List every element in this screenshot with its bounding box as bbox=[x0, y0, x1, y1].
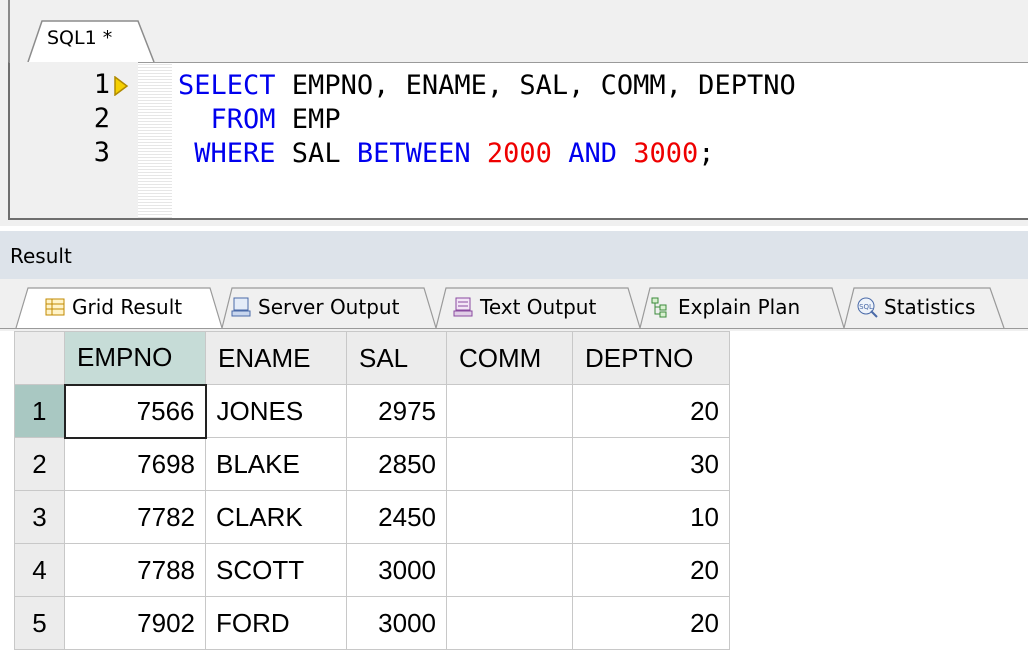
sql-keyword: AND bbox=[568, 138, 617, 169]
cell-comm[interactable] bbox=[446, 437, 573, 491]
cell-empno[interactable]: 7566 bbox=[63, 383, 207, 439]
sql-keyword: FROM bbox=[178, 104, 276, 135]
cell-comm[interactable] bbox=[446, 384, 573, 438]
result-panel-header bbox=[0, 231, 1028, 279]
cell-empno[interactable]: 7902 bbox=[64, 596, 206, 650]
cell-empno[interactable]: 7782 bbox=[64, 490, 206, 544]
current-line-arrow-icon bbox=[114, 76, 129, 96]
sql-keyword: WHERE bbox=[178, 138, 276, 169]
table-row[interactable]: 2 7698 BLAKE 2850 30 bbox=[14, 437, 730, 491]
tab-grid-result[interactable]: Grid Result bbox=[44, 288, 182, 326]
cell-ename[interactable]: BLAKE bbox=[205, 437, 347, 491]
tab-text-output[interactable]: Text Output bbox=[452, 288, 596, 326]
tab-label: Server Output bbox=[258, 295, 400, 319]
cell-empno[interactable]: 7788 bbox=[64, 543, 206, 597]
cell-sal[interactable]: 3000 bbox=[346, 543, 447, 597]
cell-ename[interactable]: CLARK bbox=[205, 490, 347, 544]
cell-sal[interactable]: 2975 bbox=[346, 384, 447, 438]
cell-comm[interactable] bbox=[446, 596, 573, 650]
cell-ename[interactable]: SCOTT bbox=[205, 543, 347, 597]
column-header-comm[interactable]: COMM bbox=[446, 331, 573, 385]
tab-server-output[interactable]: Server Output bbox=[230, 288, 399, 326]
sql-identifier bbox=[617, 138, 633, 169]
cell-empno[interactable]: 7698 bbox=[64, 437, 206, 491]
tab-label: Statistics bbox=[884, 295, 976, 319]
result-panel-title: Result bbox=[10, 244, 72, 268]
cell-sal[interactable]: 2850 bbox=[346, 437, 447, 491]
cell-deptno[interactable]: 20 bbox=[572, 384, 730, 438]
tab-explain-plan[interactable]: Explain Plan bbox=[650, 288, 800, 326]
cell-comm[interactable] bbox=[446, 543, 573, 597]
cell-deptno[interactable]: 30 bbox=[572, 437, 730, 491]
sql-keyword: BETWEEN bbox=[356, 138, 471, 169]
row-number[interactable]: 5 bbox=[14, 596, 65, 650]
sql-number: 2000 bbox=[486, 138, 552, 169]
result-grid[interactable]: EMPNO ENAME SAL COMM DEPTNO 1 7566 JONES… bbox=[14, 331, 730, 650]
grid-header-row: EMPNO ENAME SAL COMM DEPTNO bbox=[14, 331, 730, 385]
svg-text:SQL: SQL bbox=[859, 303, 873, 311]
line-number: 3 bbox=[93, 137, 110, 168]
cell-deptno[interactable]: 20 bbox=[572, 596, 730, 650]
cell-deptno[interactable]: 10 bbox=[572, 490, 730, 544]
sql-identifier: SAL bbox=[275, 138, 357, 169]
code-line[interactable]: SELECT EMPNO, ENAME, SAL, COMM, DEPTNO bbox=[178, 72, 796, 99]
sql-keyword: SELECT bbox=[178, 70, 276, 101]
cell-ename[interactable]: JONES bbox=[205, 384, 347, 438]
line-number: 1 bbox=[93, 69, 110, 100]
cell-sal[interactable]: 2450 bbox=[346, 490, 447, 544]
cell-deptno[interactable]: 20 bbox=[572, 543, 730, 597]
editor-tab-strip bbox=[8, 0, 1028, 62]
sql-identifier bbox=[552, 138, 568, 169]
code-line[interactable]: FROM EMP bbox=[178, 106, 341, 133]
row-number[interactable]: 3 bbox=[14, 490, 65, 544]
sql-identifier: EMPNO, ENAME, SAL, COMM, DEPTNO bbox=[275, 70, 796, 101]
tab-statistics[interactable]: SQL Statistics bbox=[856, 288, 975, 326]
statistics-icon: SQL bbox=[857, 297, 878, 318]
code-line[interactable]: WHERE SAL BETWEEN 2000 AND 3000; bbox=[178, 138, 715, 169]
column-header-sal[interactable]: SAL bbox=[346, 331, 447, 385]
line-number: 2 bbox=[93, 103, 110, 134]
text-output-icon bbox=[453, 297, 473, 317]
sql-number: 3000 bbox=[633, 138, 699, 169]
sql-identifier bbox=[471, 138, 487, 169]
sql-identifier: ; bbox=[698, 138, 715, 169]
server-output-icon bbox=[231, 297, 251, 317]
tab-label: Grid Result bbox=[72, 295, 183, 319]
tab-label: Explain Plan bbox=[678, 295, 801, 319]
row-number[interactable]: 1 bbox=[14, 384, 65, 438]
column-header-empno[interactable]: EMPNO bbox=[64, 331, 206, 385]
row-number[interactable]: 4 bbox=[14, 543, 65, 597]
cell-ename[interactable]: FORD bbox=[205, 596, 347, 650]
table-row[interactable]: 4 7788 SCOTT 3000 20 bbox=[14, 543, 730, 597]
sql-identifier: EMP bbox=[275, 104, 341, 135]
gutter-separator bbox=[138, 62, 172, 218]
column-header-deptno[interactable]: DEPTNO bbox=[572, 331, 730, 385]
tab-label: Text Output bbox=[480, 295, 597, 319]
column-header-ename[interactable]: ENAME bbox=[205, 331, 347, 385]
row-number[interactable]: 2 bbox=[14, 437, 65, 491]
grid-corner-cell[interactable] bbox=[14, 331, 65, 385]
cell-sal[interactable]: 3000 bbox=[346, 596, 447, 650]
table-row[interactable]: 3 7782 CLARK 2450 10 bbox=[14, 490, 730, 544]
grid-result-icon bbox=[45, 298, 65, 316]
explain-plan-icon bbox=[651, 297, 667, 318]
cell-comm[interactable] bbox=[446, 490, 573, 544]
table-row[interactable]: 5 7902 FORD 3000 20 bbox=[14, 596, 730, 650]
table-row[interactable]: 1 7566 JONES 2975 20 bbox=[14, 383, 730, 439]
sql-editor-tab-label[interactable]: SQL1 * bbox=[47, 27, 112, 49]
